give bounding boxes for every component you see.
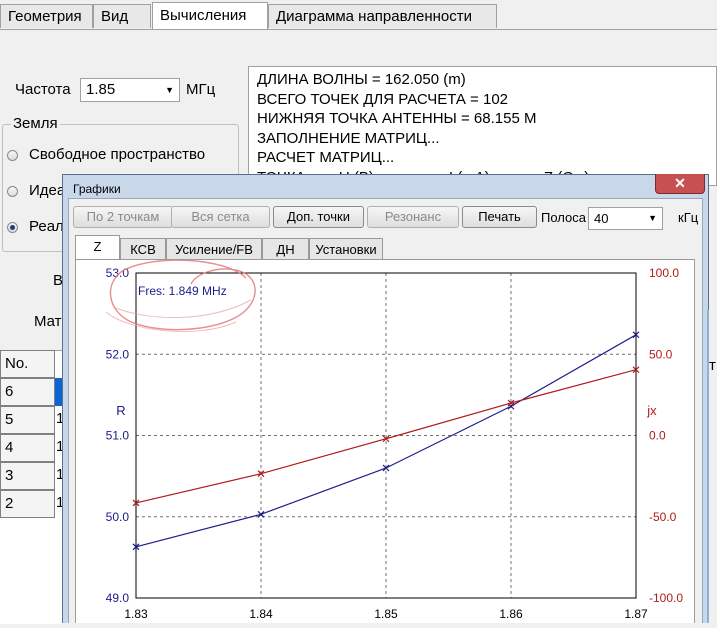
tab-radiation-pattern[interactable]: Диаграмма направленности: [268, 4, 497, 28]
whole-grid-button[interactable]: Вся сетка: [171, 206, 270, 228]
x-tick-label: 1.84: [249, 607, 273, 621]
x-tick-label: 1.87: [624, 607, 648, 621]
dialog-right-edge: [707, 310, 709, 623]
table-row[interactable]: 2: [0, 490, 55, 518]
frequency-label: Частота: [15, 81, 71, 98]
table-row[interactable]: 4: [0, 434, 55, 462]
y-left-tick-label: 50.0: [106, 510, 130, 524]
ground-option-real: Реал: [29, 218, 64, 235]
tab-view[interactable]: Вид: [93, 4, 151, 28]
tab-divider: [0, 29, 717, 30]
y-right-tick-label: 50.0: [649, 347, 673, 361]
x-tick-label: 1.83: [124, 607, 148, 621]
table-row[interactable]: 3: [0, 462, 55, 490]
extra-points-button[interactable]: Доп. точки: [273, 206, 364, 228]
table-header: No.: [0, 350, 55, 378]
dialog-title: Графики: [73, 182, 121, 196]
plot-panel: 1.83 1.84 1.85 1.86 1.87 49.0 50.0 51.0 52.0 53.0…: [75, 259, 695, 623]
y-right-tick-label: 0.0: [649, 429, 666, 443]
band-value: 40: [594, 211, 609, 226]
print-button[interactable]: Печать: [462, 206, 537, 228]
frequency-value: 1.85: [86, 81, 116, 98]
calculation-log: ДЛИНА ВОЛНЫ = 162.050 (m) ВСЕГО ТОЧЕК ДЛ…: [248, 66, 717, 186]
ground-group-title: Земля: [11, 115, 60, 132]
table-row[interactable]: 5: [0, 406, 55, 434]
chevron-down-icon: ▼: [165, 85, 174, 95]
y-right-tick-label: -100.0: [649, 591, 683, 605]
band-unit: кГц: [678, 210, 699, 225]
impedance-chart: 1.83 1.84 1.85 1.86 1.87 49.0 50.0 51.0 52.0 53.0…: [105, 259, 683, 621]
resonance-button[interactable]: Резонанс: [367, 206, 459, 228]
tab-swr[interactable]: КСВ: [120, 238, 166, 259]
log-line: РАСЧЕТ МАТРИЦ...: [257, 149, 395, 166]
y-left-tick-label: 49.0: [106, 591, 130, 605]
log-line: ВСЕГО ТОЧЕК ДЛЯ РАСЧЕТА = 102: [257, 90, 509, 108]
y-right-tick-label: 100.0: [649, 266, 679, 280]
hand-drawn-scribble: [105, 299, 252, 332]
band-label: Полоса: [541, 210, 586, 225]
band-combo[interactable]: 40 ▼: [588, 207, 663, 230]
y-left-axis-label: R: [116, 403, 125, 418]
y-left-tick-label: 52.0: [106, 347, 130, 361]
resonance-annotation: Fres: 1.849 MHz: [138, 284, 227, 298]
radio-real[interactable]: [7, 222, 18, 233]
log-line: ДЛИНА ВОЛНЫ = 162.050 (m): [257, 71, 466, 88]
tab-settings[interactable]: Установки: [309, 238, 383, 259]
chevron-down-icon: ▼: [648, 213, 657, 223]
log-line: НИЖНЯЯ ТОЧКА АНТЕННЫ = 68.155 M: [257, 110, 537, 127]
y-left-tick-label: 51.0: [106, 429, 130, 443]
frequency-unit: МГц: [186, 81, 216, 98]
y-left-tick-label: 53.0: [106, 266, 130, 280]
ground-option-free-space: Свободное пространство: [29, 146, 206, 163]
label-partial-2: Мат: [34, 313, 62, 330]
tab-z[interactable]: Z: [75, 235, 120, 260]
log-line: ЗАПОЛНЕНИЕ МАТРИЦ...: [257, 129, 440, 147]
tab-geometry[interactable]: Геометрия: [0, 4, 93, 28]
tab-calculations[interactable]: Вычисления: [152, 2, 268, 30]
frequency-combo[interactable]: 1.85 ▼: [80, 78, 180, 102]
x-tick-label: 1.86: [499, 607, 523, 621]
radio-ideal[interactable]: [7, 186, 18, 197]
table-right-fragment: т: [709, 357, 716, 374]
table-row[interactable]: 6: [0, 378, 55, 406]
radio-free-space[interactable]: [7, 150, 18, 161]
two-points-button[interactable]: По 2 точкам: [73, 206, 173, 228]
y-right-axis-label: jx: [646, 403, 657, 418]
x-tick-label: 1.85: [374, 607, 398, 621]
y-right-tick-label: -50.0: [649, 510, 677, 524]
tab-gain-fb[interactable]: Усиление/FB: [166, 238, 262, 259]
tab-pattern[interactable]: ДН: [262, 238, 309, 259]
ground-option-ideal: Идеа: [29, 182, 66, 199]
close-icon[interactable]: ✕: [655, 174, 705, 194]
